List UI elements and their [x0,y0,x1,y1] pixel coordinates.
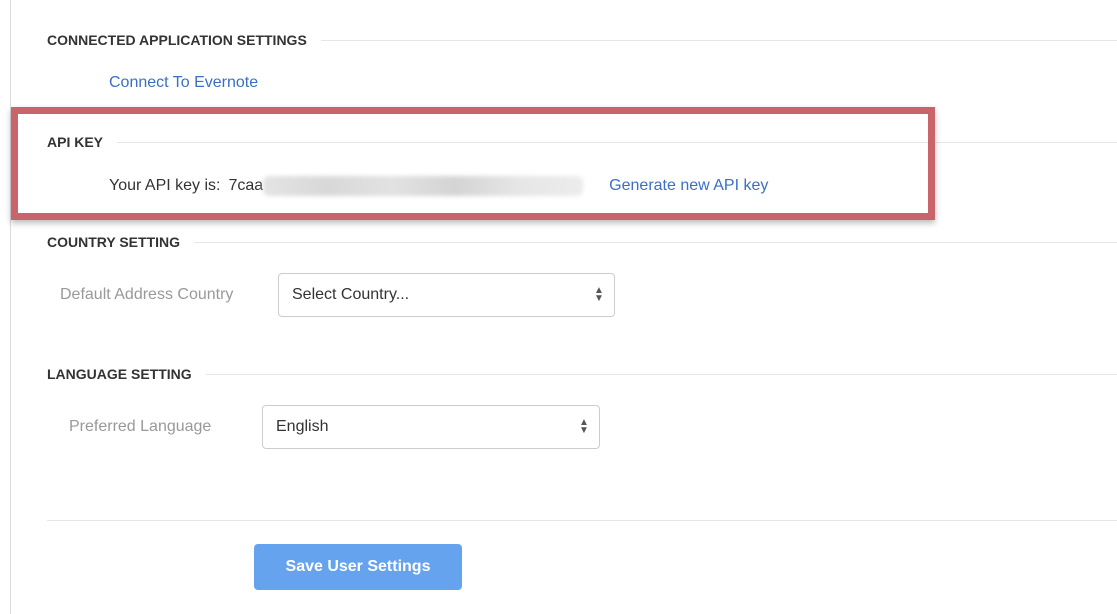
country-select[interactable]: Select Country... ▲ ▼ [278,273,615,317]
country-label: Default Address Country [60,286,234,303]
language-select-value: English [276,418,329,435]
connect-evernote-link[interactable]: Connect To Evernote [109,74,258,92]
left-border [10,0,11,614]
heading-rule [205,373,1117,375]
heading-rule [320,39,1117,41]
connected-apps-title: CONNECTED APPLICATION SETTINGS [47,32,307,48]
language-title: LANGUAGE SETTING [47,366,192,382]
api-key-highlight-box [11,107,935,220]
user-settings-page: CONNECTED APPLICATION SETTINGS Connect T… [0,0,1117,614]
language-heading: LANGUAGE SETTING [47,364,1117,384]
save-user-settings-button[interactable]: Save User Settings [254,544,462,590]
language-label: Preferred Language [69,418,212,435]
country-heading: COUNTRY SETTING [47,232,1117,252]
country-title: COUNTRY SETTING [47,234,181,250]
select-arrows-icon: ▲ ▼ [594,285,604,304]
form-divider [47,520,1117,521]
heading-rule [194,241,1117,243]
select-arrows-icon: ▲ ▼ [579,417,589,436]
connected-apps-heading: CONNECTED APPLICATION SETTINGS [47,30,1117,50]
country-select-value: Select Country... [292,286,410,303]
language-select[interactable]: English ▲ ▼ [262,405,600,449]
